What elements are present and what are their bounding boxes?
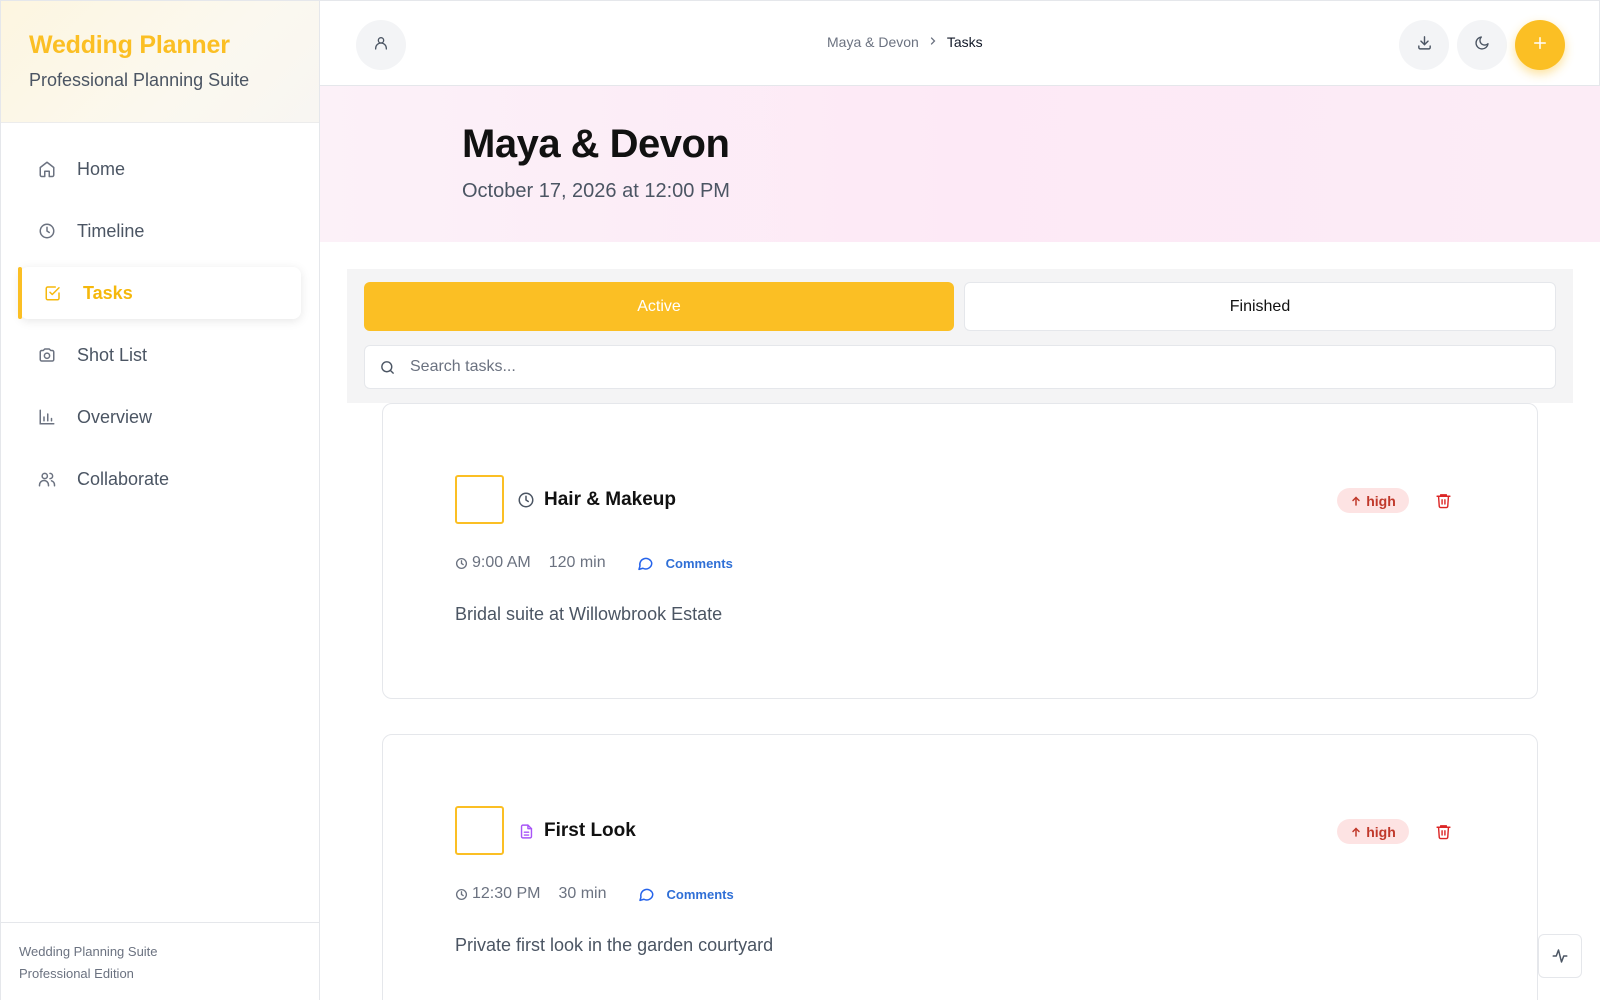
breadcrumb: Maya & Devon Tasks [827,34,983,50]
add-button[interactable] [1515,20,1565,70]
sidebar-item-label: Shot List [77,344,148,365]
comment-icon[interactable] [637,885,655,903]
priority-badge: high [1337,819,1409,844]
breadcrumb-parent[interactable]: Maya & Devon [827,34,919,50]
download-icon [1416,34,1433,56]
event-date: October 17, 2026 at 12:00 PM [462,180,730,202]
sidebar-item-label: Collaborate [77,468,170,489]
sidebar-item-collaborate[interactable]: Collaborate [19,453,301,505]
delete-task-button[interactable] [1433,821,1453,841]
breadcrumb-current: Tasks [946,34,983,50]
users-icon [37,469,57,489]
task-card: First Look high 12:30 PM 30 min Comments… [382,734,1538,1000]
delete-task-button[interactable] [1433,490,1453,510]
check-square-icon [43,283,63,303]
sidebar-item-home[interactable]: Home [19,143,301,195]
task-time: 9:00 AM [472,554,531,571]
brand-header: Wedding Planner Professional Planning Su… [1,1,319,123]
sidebar-item-label: Overview [77,406,153,427]
comments-link[interactable]: Comments [666,556,733,571]
brand-subtitle: Professional Planning Suite [29,70,250,90]
tab-active[interactable]: Active [364,282,954,331]
task-duration: 120 min [548,554,606,571]
search-input[interactable] [410,358,1410,376]
chevron-right-icon [927,34,939,50]
sidebar-item-overview[interactable]: Overview [19,391,301,443]
top-bar: Maya & Devon Tasks [320,0,1600,86]
priority-label: high [1366,823,1396,840]
sidebar-item-shot-list[interactable]: Shot List [19,329,301,381]
trash-icon [1435,492,1452,509]
event-hero: Maya & Devon October 17, 2026 at 12:00 P… [320,86,1600,242]
search-bar [364,345,1556,389]
bar-chart-icon [37,407,57,427]
activity-icon [1551,947,1569,965]
priority-badge: high [1337,488,1409,513]
clock-icon [455,888,468,901]
task-meta: 9:00 AM 120 min Comments [455,554,733,572]
comment-icon[interactable] [636,554,654,572]
dark-mode-toggle[interactable] [1457,20,1507,70]
task-description: Private first look in the garden courtya… [455,935,774,955]
task-title: Hair & Makeup [544,489,676,510]
activity-button[interactable] [1538,934,1582,978]
search-icon [379,359,396,376]
sidebar-item-label: Home [77,158,126,179]
task-meta: 12:30 PM 30 min Comments [455,885,734,903]
clock-icon [516,490,536,510]
moon-icon [1474,35,1490,56]
footer-line-1: Wedding Planning Suite [19,944,158,959]
task-controls: Active Finished [347,269,1573,403]
task-duration: 30 min [558,885,607,902]
priority-label: high [1366,492,1396,509]
task-card: Hair & Makeup high 9:00 AM 120 min Comme… [382,403,1538,699]
task-title: First Look [544,820,636,841]
clock-icon [37,221,57,241]
clock-icon [455,557,468,570]
document-icon [516,821,536,841]
task-time: 12:30 PM [472,885,541,902]
sidebar-item-timeline[interactable]: Timeline [19,205,301,257]
arrow-up-icon [1350,495,1362,507]
profile-button[interactable] [356,20,406,70]
trash-icon [1435,823,1452,840]
sidebar-footer: Wedding Planning Suite Professional Edit… [1,922,319,1000]
camera-icon [37,345,57,365]
task-description: Bridal suite at Willowbrook Estate [455,604,723,624]
task-checkbox[interactable] [455,806,504,855]
sidebar-item-label: Tasks [83,282,133,303]
user-icon [373,35,389,56]
sidebar-nav: Home Timeline Tasks Shot List Overview C… [1,123,319,505]
task-checkbox[interactable] [455,475,504,524]
download-button[interactable] [1399,20,1449,70]
comments-link[interactable]: Comments [667,887,734,902]
page-title: Maya & Devon [462,122,730,166]
arrow-up-icon [1350,826,1362,838]
plus-icon [1531,31,1549,59]
home-icon [37,159,57,179]
sidebar-item-label: Timeline [77,220,145,241]
sidebar-item-tasks[interactable]: Tasks [18,267,301,319]
sidebar: Wedding Planner Professional Planning Su… [0,0,320,1000]
tab-finished[interactable]: Finished [964,282,1556,331]
footer-line-2: Professional Edition [19,966,134,981]
brand-title: Wedding Planner [29,31,230,59]
